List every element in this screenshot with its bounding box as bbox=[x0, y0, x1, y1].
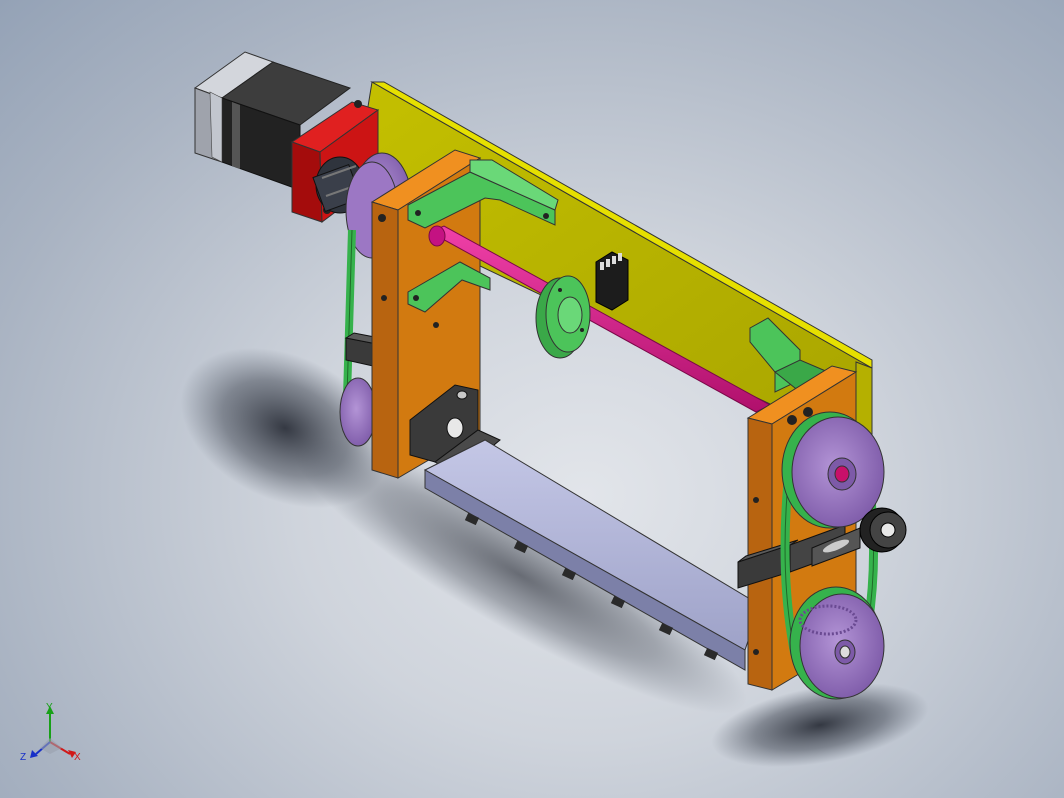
assembly-scene[interactable] bbox=[0, 0, 1064, 798]
coordinate-triad: Y X Z bbox=[20, 702, 81, 763]
idler-roller[interactable] bbox=[859, 507, 907, 553]
y-axis-label: Y bbox=[46, 702, 53, 713]
pulley-bottom-left[interactable] bbox=[339, 377, 377, 447]
triad-base bbox=[40, 738, 62, 754]
x-axis-label: X bbox=[74, 752, 81, 763]
3d-model-viewport[interactable]: Y X Z bbox=[0, 0, 1064, 798]
sensor-module[interactable] bbox=[595, 251, 629, 311]
z-axis-label: Z bbox=[20, 752, 26, 763]
shaft-collar[interactable] bbox=[535, 275, 591, 359]
